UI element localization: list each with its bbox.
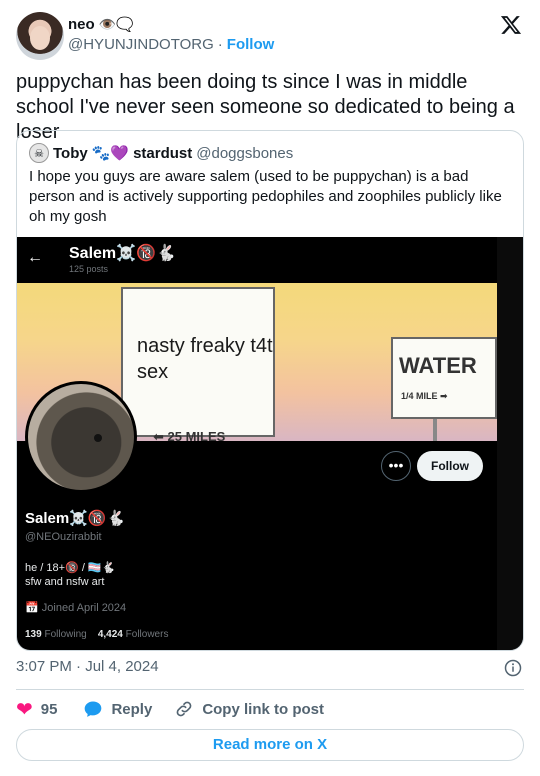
quote-name-emojis: 🐾💜 [91,145,130,162]
quote-text: I hope you guys are aware salem (used to… [29,168,502,225]
tweet-timestamp[interactable]: 3:07 PM · Jul 4, 2024 [16,658,159,675]
divider [16,689,524,690]
screenshot-edge [497,237,523,650]
road-sign-text: nasty freaky t4t sex [137,335,273,383]
reply-icon [85,701,102,717]
quote-handle: @doggsbones [196,144,294,162]
author-handle-row: @HYUNJINDOTORG · Follow [68,36,274,53]
water-sign-sub: 1/4 MILE ➡ [401,391,448,401]
profile-follow-button: Follow [417,451,483,481]
tweet-embed: neo 👁️🗨️ @HYUNJINDOTORG · Follow puppych… [0,0,540,776]
read-more-button[interactable]: Read more on X [16,729,524,761]
profile-name: Salem☠️🔞🐇 [25,510,126,527]
profile-topbar: ← Salem☠️🔞🐇 125 posts [17,237,497,283]
author-avatar[interactable] [16,12,64,60]
profile-bio-line1: he / 18+🔞 / 🏳️‍⚧️🐇 [25,562,116,574]
like-button[interactable]: ❤ 95 [16,697,57,722]
author-name-row: neo 👁️🗨️ [68,16,134,33]
profile-joined: 📅 Joined April 2024 [25,602,127,614]
road-sign: nasty freaky t4t sex ⬅ 25 MILES [121,287,275,441]
x-logo-icon[interactable] [500,14,522,36]
author-name[interactable]: neo [68,16,95,33]
quote-author-name: Toby [53,144,88,162]
more-options-button: ••• [381,451,411,481]
back-arrow-icon: ← [27,249,43,266]
skull-avatar-icon: ☠ [29,143,49,163]
author-handle[interactable]: @HYUNJINDOTORG [68,36,214,53]
profile-post-count: 125 posts [69,264,109,274]
profile-bio-line2: sfw and nsfw art [25,576,105,588]
info-icon[interactable] [504,659,522,677]
link-icon [176,701,192,717]
tweet-actions: ❤ 95 Reply Copy link to post [16,697,324,722]
quoted-tweet[interactable]: ☠ Toby 🐾💜 stardust @doggsbones I hope yo… [16,130,524,651]
follow-link[interactable]: Follow [227,36,275,53]
like-count: 95 [40,700,58,718]
water-sign-text: WATER [399,353,477,378]
author-emojis: 👁️🗨️ [98,16,134,32]
water-sign: WATER 1/4 MILE ➡ [391,337,497,419]
quote-display-name: stardust [133,144,193,162]
separator-dot: · [217,36,223,53]
sign-pole [433,419,437,441]
copy-link-button[interactable]: Copy link to post [174,699,324,719]
profile-title: Salem☠️🔞🐇 [69,245,176,262]
road-sign-arrow-text: ⬅ 25 MILES [153,429,226,441]
profile-avatar [25,381,137,493]
heart-icon: ❤ [16,698,33,721]
quote-header: ☠ Toby 🐾💜 stardust @doggsbones [29,143,293,163]
reply-label: Reply [111,700,153,718]
reply-button[interactable]: Reply [83,699,152,719]
profile-stats: 139 Following 4,424 Followers [25,629,169,640]
quote-screenshot-image[interactable]: ← Salem☠️🔞🐇 125 posts nasty freaky t4t s… [17,237,523,650]
copy-link-label: Copy link to post [202,700,324,718]
profile-handle: @NEOuzirabbit [25,531,102,543]
